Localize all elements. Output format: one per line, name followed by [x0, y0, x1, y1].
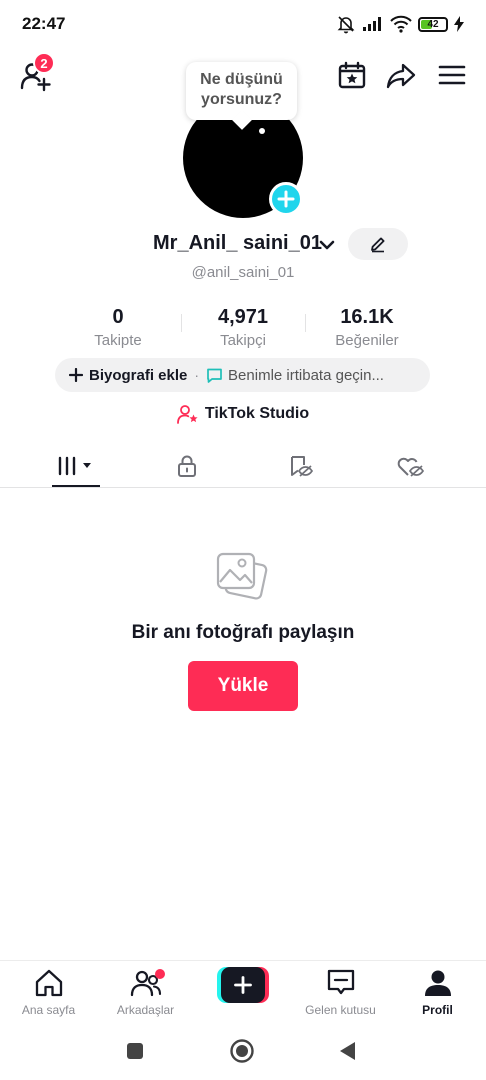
profile-stats: 0 Takipte 4,971 Takipçi 16.1K Beğeniler: [0, 306, 486, 352]
stat-label: Beğeniler: [335, 332, 399, 349]
stat-followers[interactable]: 4,971 Takipçi: [173, 306, 313, 349]
status-time: 22:47: [22, 14, 66, 33]
calendar-star-icon[interactable]: [337, 60, 367, 90]
name-row: Mr_Anil_ saini_01: [0, 228, 486, 262]
message-icon: [207, 368, 222, 383]
heart-hidden-icon: [397, 457, 424, 477]
tab-videos[interactable]: [16, 444, 136, 488]
inbox-icon: [327, 969, 354, 995]
plus-icon: [69, 368, 83, 382]
stat-value: 16.1K: [340, 306, 394, 328]
add-bio-button[interactable]: Biyografi ekle: [89, 367, 187, 384]
stat-value: 4,971: [217, 306, 269, 328]
bottom-nav: Ana sayfa Arkadaşlar Gelen kutusu Profil: [0, 960, 486, 1022]
contact-button[interactable]: Benimle irtibata geçin...: [228, 367, 384, 384]
plus-icon: [277, 190, 295, 208]
status-icons: 42: [336, 14, 464, 34]
thought-bubble[interactable]: Ne düşünü yorsunuz?: [186, 62, 297, 130]
bookmark-hidden-icon: [291, 456, 313, 477]
plus-icon: [234, 976, 252, 994]
nav-label: Profil: [422, 1003, 453, 1017]
nav-label: Ana sayfa: [21, 1003, 76, 1017]
notification-dot: [155, 969, 165, 979]
circle-icon: [230, 1039, 254, 1063]
upload-button[interactable]: Yükle: [188, 661, 298, 711]
thought-bubble-text-1: Ne düşünü: [200, 71, 283, 88]
empty-state-title: Bir anı fotoğrafı paylaşın: [131, 622, 355, 643]
studio-label: TikTok Studio: [204, 405, 310, 422]
pencil-icon: [371, 237, 385, 253]
profile-icon: [424, 970, 451, 996]
grid-icon: [58, 456, 91, 476]
home-button[interactable]: [229, 1038, 255, 1064]
user-star-icon: [176, 405, 198, 424]
nav-profile[interactable]: Profil: [389, 967, 486, 1021]
nav-inbox[interactable]: Gelen kutusu: [292, 967, 389, 1021]
stat-value: 0: [112, 306, 124, 328]
system-nav-bar: [0, 1022, 486, 1080]
lock-icon: [178, 455, 196, 477]
home-icon: [35, 969, 62, 997]
tab-private[interactable]: [127, 444, 247, 488]
triangle-back-icon: [340, 1042, 355, 1060]
back-button[interactable]: [335, 1038, 361, 1064]
friend-request-badge: 2: [33, 52, 55, 74]
stat-following[interactable]: 0 Takipte: [48, 306, 188, 349]
create-button[interactable]: [217, 967, 269, 1003]
charging-icon: [454, 16, 464, 32]
battery-level: 42: [427, 18, 439, 30]
wifi-icon: [390, 15, 412, 33]
tab-saved[interactable]: [240, 444, 360, 488]
nav-friends[interactable]: Arkadaşlar: [97, 967, 194, 1021]
share-icon[interactable]: [386, 60, 416, 90]
nav-home[interactable]: Ana sayfa: [0, 967, 97, 1021]
chevron-down-icon[interactable]: [318, 236, 336, 254]
edit-profile-button[interactable]: [348, 228, 408, 260]
square-icon: [127, 1043, 143, 1059]
recent-apps-button[interactable]: [122, 1038, 148, 1064]
active-tab-indicator: [52, 485, 100, 487]
stat-likes[interactable]: 16.1K Beğeniler: [297, 306, 437, 349]
add-avatar-button[interactable]: [269, 182, 303, 216]
bio-separator: ·: [194, 367, 200, 383]
bell-off-icon: [337, 16, 355, 34]
tiktok-studio-link[interactable]: TikTok Studio: [0, 402, 486, 426]
username: @anil_saini_01: [191, 264, 295, 281]
tab-liked[interactable]: [350, 444, 470, 488]
signal-icon: [363, 17, 381, 31]
menu-icon[interactable]: [437, 60, 467, 90]
display-name[interactable]: Mr_Anil_ saini_01: [153, 232, 322, 255]
thought-bubble-text-2: yorsunuz?: [201, 91, 282, 108]
bio-actions: Biyografi ekle · Benimle irtibata geçin.…: [55, 358, 430, 392]
create-button-face: [221, 967, 265, 1003]
stat-label: Takipte: [94, 332, 142, 349]
status-bar: 22:47 42: [0, 0, 486, 48]
avatar-highlight: [259, 128, 265, 134]
battery-indicator: 42: [418, 16, 448, 32]
photo-icon: [216, 552, 268, 600]
nav-label: Arkadaşlar: [116, 1003, 175, 1017]
stat-label: Takipçi: [220, 332, 266, 349]
nav-label: Gelen kutusu: [305, 1003, 376, 1017]
content-tabs: [0, 444, 486, 488]
